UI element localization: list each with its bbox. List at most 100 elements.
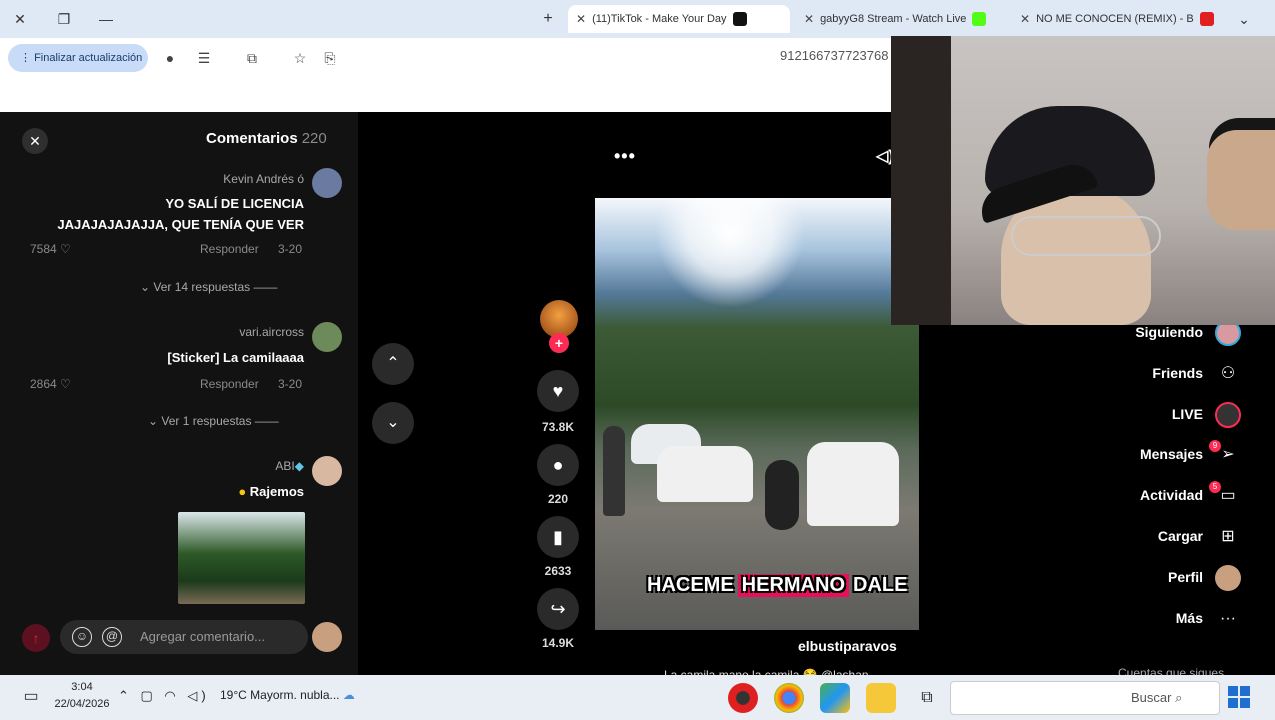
sidebar-item-cargar[interactable]: Cargar ⊞: [1100, 522, 1245, 552]
save-button[interactable]: ▮: [537, 516, 579, 558]
comment-username-label: ABI: [275, 459, 295, 473]
previous-video-button[interactable]: ⌃: [372, 343, 414, 385]
kick-favicon-icon: [972, 12, 987, 26]
comment-username[interactable]: vari.aircross: [239, 325, 304, 339]
window-close-button[interactable]: ✕: [8, 8, 32, 30]
comment-username[interactable]: Kevin Andrés ó: [223, 172, 304, 186]
comment-date: 3-20: [278, 242, 303, 256]
comment-like-count[interactable]: 2864 ♡: [30, 377, 71, 391]
chrome-icon[interactable]: [774, 683, 804, 713]
tab-close-icon[interactable]: ✕: [576, 12, 586, 26]
window-minimize-button[interactable]: —: [94, 8, 118, 30]
windows-start-icon[interactable]: [1228, 686, 1250, 708]
view-replies-button[interactable]: ⌄ Ver 14 respuestas ——: [140, 280, 277, 294]
webcam-overlay: [891, 36, 1275, 325]
install-app-icon[interactable]: ⎘: [320, 48, 340, 68]
tab-close-icon[interactable]: ✕: [1020, 12, 1030, 26]
comment-image[interactable]: [178, 512, 305, 604]
windows-taskbar: Buscar ⌕ ⧉ 19°C Mayorm. nubla... ☁ ⌃ ▢ ◠…: [0, 675, 1275, 720]
heart-outline-icon: ♡: [60, 377, 71, 391]
sidebar-item-actividad[interactable]: Actividad ▭ 5: [1100, 481, 1245, 511]
obs-icon[interactable]: [728, 683, 758, 713]
task-view-icon[interactable]: ⧉: [912, 683, 942, 713]
comment-input[interactable]: Agregar comentario...: [60, 620, 308, 654]
chevron-down-icon: ⌄: [140, 280, 151, 294]
address-url[interactable]: 912166737723768: [780, 48, 888, 63]
sidebar-item-label: Siguiendo: [1135, 324, 1203, 340]
search-icon: ⌕: [1175, 690, 1183, 705]
window-maximize-button[interactable]: ❐: [52, 8, 76, 30]
comment-button[interactable]: ●: [537, 444, 579, 486]
video-car: [657, 446, 753, 502]
new-tab-button[interactable]: +: [536, 8, 560, 30]
comment-text-label: Rajemos: [249, 484, 304, 499]
view-replies-button[interactable]: ⌄ Ver 1 respuestas ——: [148, 414, 279, 428]
video-author[interactable]: elbustiparavos: [798, 638, 897, 654]
close-comments-button[interactable]: ✕: [22, 128, 48, 154]
sidebar-item-mas[interactable]: Más ···: [1100, 604, 1245, 634]
bookmark-star-icon[interactable]: ☆: [290, 48, 310, 68]
sidebar-item-label: LIVE: [1171, 406, 1203, 422]
webcam-glasses: [1011, 216, 1161, 256]
file-explorer-icon[interactable]: [866, 683, 896, 713]
next-video-button[interactable]: ⌄: [372, 402, 414, 444]
video-player[interactable]: HACEME HERMANO DALE: [595, 198, 919, 630]
sidebar-item-perfil[interactable]: Perfil: [1100, 563, 1245, 593]
weather-widget[interactable]: 19°C Mayorm. nubla... ☁: [220, 688, 355, 702]
share-count: 14.9K: [541, 636, 575, 650]
taskbar-clock[interactable]: 3:04 22/04/2026: [52, 679, 112, 713]
video-sun-glare: [655, 198, 805, 308]
overlay-word-highlight: HERMANO: [737, 574, 850, 597]
avatar[interactable]: [312, 456, 342, 486]
comment-like-count[interactable]: 7584 ♡: [30, 242, 71, 256]
tab-youtube[interactable]: ✕ NO ME CONOCEN (REMIX) - B: [1012, 5, 1222, 33]
sidebar-item-mensajes[interactable]: Mensajes ➢ 9: [1100, 440, 1245, 470]
mention-icon[interactable]: @: [102, 627, 122, 647]
taskbar-search-input[interactable]: Buscar ⌕: [950, 681, 1220, 715]
comment-username[interactable]: ABI◆: [275, 459, 304, 473]
tiktok-favicon-icon: [732, 12, 747, 26]
tab-title: NO ME CONOCEN (REMIX) - B: [1036, 13, 1194, 25]
heart-icon: ♥: [552, 381, 564, 401]
avatar[interactable]: [312, 322, 342, 352]
comments-count: 220: [301, 130, 327, 147]
sidebar-item-friends[interactable]: Friends ⚇: [1100, 359, 1245, 389]
comment-reply-button[interactable]: Responder: [200, 242, 259, 256]
share-button[interactable]: ↪: [537, 588, 579, 630]
profile-icon[interactable]: ●: [160, 48, 180, 68]
more-icon: ···: [1220, 610, 1236, 627]
emoji-icon[interactable]: ☺: [72, 627, 92, 647]
bluestacks-icon[interactable]: [820, 683, 850, 713]
avatar[interactable]: [312, 168, 342, 198]
chevron-down-icon: ⌄: [148, 414, 159, 428]
tab-kick[interactable]: ✕ gabyyG8 Stream - Watch Live: [796, 5, 1006, 33]
upload-icon: ⊞: [1221, 528, 1235, 545]
video-person: [603, 426, 625, 516]
reading-list-icon[interactable]: ☰: [194, 48, 214, 68]
update-button[interactable]: ⋮ Finalizar actualización: [8, 44, 148, 72]
profile-icon: [1215, 565, 1241, 591]
system-tray[interactable]: ⌃ ▢ ◠ ◁): [118, 688, 210, 704]
live-icon: [1215, 402, 1241, 428]
like-button[interactable]: ♥: [537, 370, 579, 412]
tab-tiktok[interactable]: ✕ (11)TikTok - Make Your Day: [568, 5, 790, 33]
send-comment-button[interactable]: ↑: [22, 624, 50, 652]
share-arrow-icon: ↪: [550, 599, 566, 619]
more-options-icon[interactable]: •••: [614, 146, 636, 167]
comment-text: YO SALÍ DE LICENCIA: [165, 196, 304, 211]
notifications-icon[interactable]: ▭: [20, 686, 42, 708]
sidebar-item-live[interactable]: LIVE: [1100, 400, 1245, 430]
avatar: [312, 622, 342, 652]
webcam-chair: [891, 36, 951, 325]
follow-plus-icon[interactable]: +: [549, 333, 569, 353]
laughing-emoji-icon: ●: [238, 484, 247, 499]
tab-search-chevron-icon[interactable]: ⌄: [1232, 8, 1256, 30]
comments-panel: ✕ Comentarios 220 Kevin Andrés ó YO SALÍ …: [0, 112, 358, 675]
overlay-word: DALE: [853, 574, 908, 596]
sidebar-item-label: Friends: [1152, 365, 1203, 381]
comment-reply-button[interactable]: Responder: [200, 377, 259, 391]
extensions-icon[interactable]: ⧉: [242, 48, 262, 68]
sidebar-item-label: Cargar: [1157, 528, 1203, 544]
comment-text: JAJAJAJAJAJJA, QUE TENÍA QUE VER: [57, 217, 304, 232]
tab-close-icon[interactable]: ✕: [804, 12, 814, 26]
